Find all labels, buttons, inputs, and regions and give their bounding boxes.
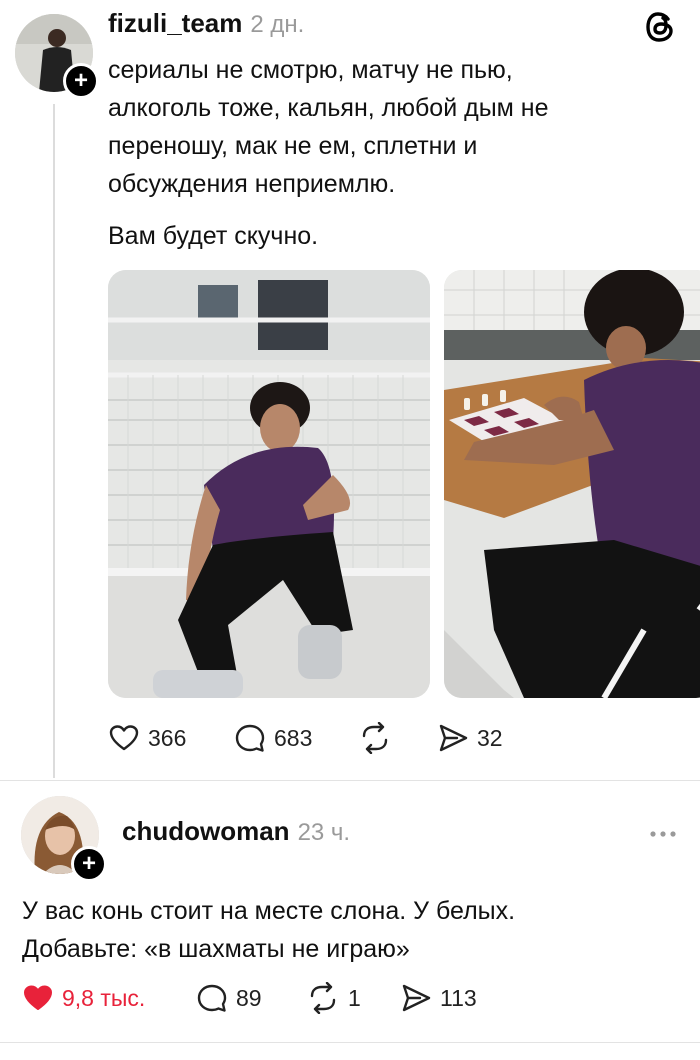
share-button[interactable]: 32	[437, 722, 503, 754]
comment-count: 89	[236, 984, 262, 1011]
threads-logo-icon[interactable]	[644, 10, 678, 44]
comment-count: 683	[274, 724, 313, 751]
post-header: chudowoman 23 ч.	[122, 816, 350, 852]
share-button[interactable]: 113	[400, 982, 477, 1014]
post-time: 23 ч.	[297, 819, 351, 846]
share-count: 113	[440, 984, 477, 1011]
share-count: 32	[477, 724, 503, 751]
post-photo-1[interactable]	[108, 270, 430, 698]
repost-button[interactable]: 1	[306, 982, 361, 1014]
repost-icon	[362, 722, 388, 754]
heart-icon	[109, 725, 139, 751]
more-dots-icon[interactable]	[648, 826, 678, 837]
comment-button[interactable]: 89	[196, 982, 262, 1014]
post-photo-2[interactable]	[444, 270, 700, 698]
send-icon	[402, 984, 431, 1012]
post-text: У вас конь стоит на месте слона. У белых…	[22, 897, 516, 963]
repost-icon	[310, 982, 336, 1014]
post-divider	[0, 780, 700, 781]
username[interactable]: chudowoman	[122, 816, 290, 847]
send-icon	[439, 724, 468, 752]
like-count: 9,8 тыс.	[62, 984, 146, 1011]
repost-button[interactable]	[358, 722, 400, 754]
like-button[interactable]: 366	[108, 722, 186, 754]
follow-plus-button[interactable]: +	[63, 63, 99, 99]
post-divider	[0, 1042, 700, 1043]
thread-line	[53, 104, 55, 778]
like-button[interactable]: 9,8 тыс.	[22, 982, 145, 1014]
follow-plus-button[interactable]: +	[71, 846, 107, 882]
username[interactable]: fizuli_team	[108, 8, 242, 39]
like-count: 366	[148, 724, 187, 751]
post-header: fizuli_team 2 дн.	[108, 8, 304, 44]
post-time: 2 дн.	[250, 11, 305, 38]
post-text-secondary: Вам будет скучно.	[108, 222, 319, 250]
repost-count: 1	[348, 984, 361, 1011]
comment-bubble-icon	[235, 724, 265, 752]
comment-button[interactable]: 683	[234, 722, 312, 754]
heart-icon	[24, 985, 52, 1010]
comment-bubble-icon	[197, 984, 227, 1012]
post-text: сериалы не смотрю, матчу не пью, алкогол…	[108, 56, 549, 198]
